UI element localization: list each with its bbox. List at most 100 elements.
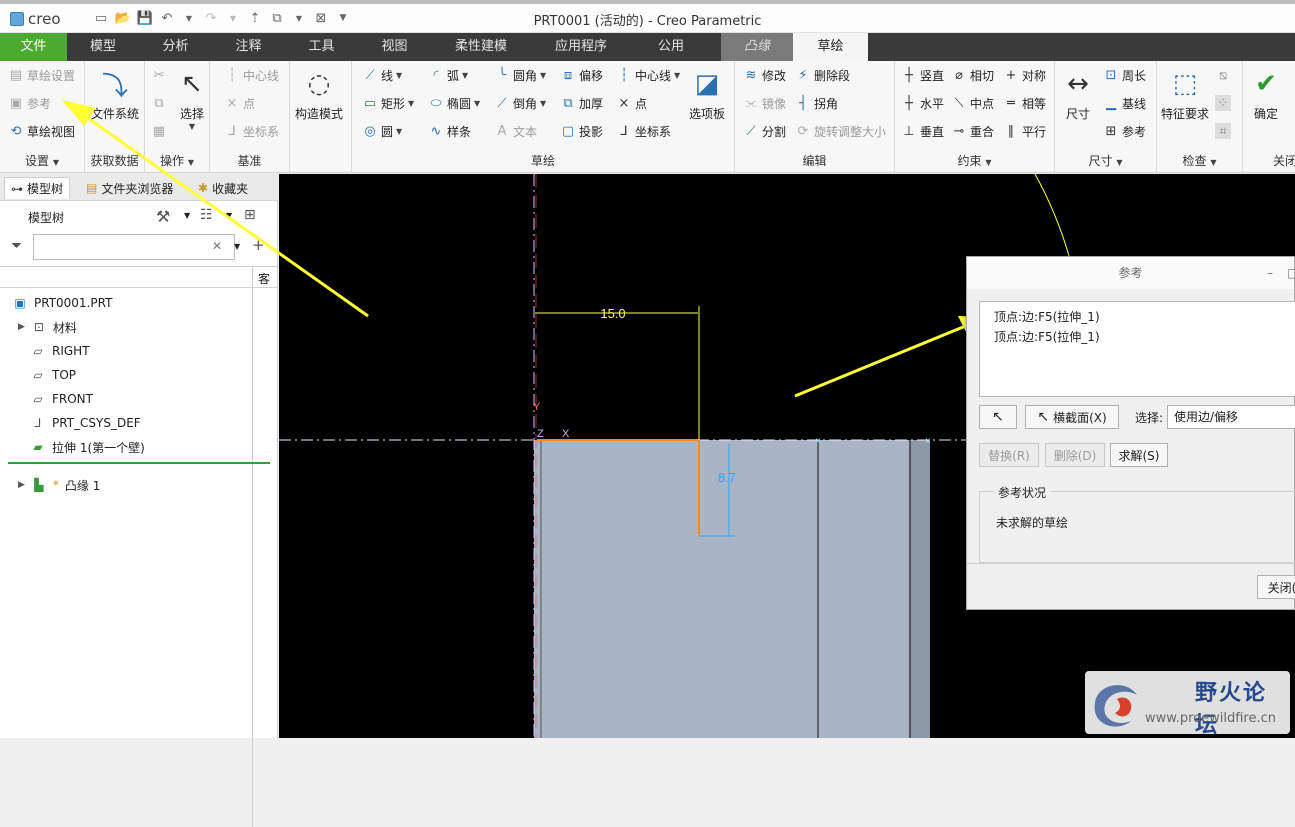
parallel-constraint-button[interactable]: ∥ 平行 <box>1003 123 1046 140</box>
tab-public[interactable]: 公用 <box>631 33 711 61</box>
tree-item[interactable]: ▣ PRT0001.PRT <box>12 292 112 314</box>
close-button[interactable]: 关闭( <box>1257 575 1295 599</box>
tab-favorites[interactable]: ✱ 收藏夹 <box>192 177 254 199</box>
reference-item[interactable]: 顶点:边:F5(拉伸_1) <box>994 308 1100 325</box>
feature-requirements-button[interactable]: ⬚ 特征要求 <box>1161 67 1209 122</box>
delete-segment-button[interactable]: ⚡ 删除段 <box>795 67 850 84</box>
vertical-constraint-button[interactable]: ┼ 竖直 <box>901 67 944 84</box>
dialog-title-bar[interactable]: 参考 – □ <box>967 257 1295 289</box>
sketch-view-button[interactable]: ⟲ 草绘视图 <box>8 123 75 140</box>
dimension-8-7-label[interactable]: 8.7 <box>718 470 736 485</box>
tab-sketch[interactable]: 草绘 <box>793 33 868 61</box>
paste-icon[interactable]: ▦ <box>151 123 167 139</box>
add-icon[interactable]: + <box>252 236 265 254</box>
expand-arrow-icon[interactable]: ▶ <box>18 480 25 490</box>
references-button[interactable]: ▣ 参考 <box>8 95 51 112</box>
perpendicular-constraint-button[interactable]: ⊥ 垂直 <box>901 123 944 140</box>
select-button[interactable]: ↖ 选择 ▼ <box>175 67 209 131</box>
datum-centerline-button[interactable]: ┆ 中心线 <box>224 67 279 84</box>
chamfer-button[interactable]: ⟋ 倒角 ▼ <box>494 95 546 112</box>
tree-item[interactable]: ▱ RIGHT <box>30 340 89 362</box>
minimize-icon[interactable]: – <box>1267 257 1273 289</box>
palette-button[interactable]: ◪ 选项板 <box>689 67 725 122</box>
datum-csys-button[interactable]: ⅃ 坐标系 <box>224 123 279 140</box>
project-button[interactable]: ▢ 投影 <box>560 123 603 140</box>
dimension-15-label[interactable]: 15.0 <box>600 306 625 321</box>
coincident-constraint-button[interactable]: ⊸ 重合 <box>951 123 994 140</box>
reference-item[interactable]: 顶点:边:F5(拉伸_1) <box>994 328 1100 345</box>
ellipse-button[interactable]: ⬭ 椭圆 ▼ <box>428 95 480 112</box>
text-button[interactable]: A 文本 <box>494 123 537 140</box>
tangent-constraint-button[interactable]: ⌀ 相切 <box>951 67 994 84</box>
cross-section-button[interactable]: ↖ 横截面(X) <box>1025 405 1119 429</box>
ok-button[interactable]: ✔ 确定 <box>1249 67 1283 122</box>
datum-point-button[interactable]: × 点 <box>224 95 255 112</box>
show-hide-icon[interactable]: ⊞ <box>244 207 256 223</box>
tab-model[interactable]: 模型 <box>67 33 139 61</box>
delete-button[interactable]: 删除(D) <box>1045 443 1105 467</box>
chevron-down-icon[interactable]: ▼ <box>234 242 240 251</box>
rotate-resize-button[interactable]: ⟳ 旋转调整大小 <box>795 123 886 140</box>
tree-item[interactable]: ⅃ PRT_CSYS_DEF <box>30 412 141 434</box>
tree-item[interactable]: ▰ 拉伸 1(第一个壁) <box>30 436 144 458</box>
solve-button[interactable]: 求解(S) <box>1110 443 1168 467</box>
midpoint-constraint-button[interactable]: ⟍ 中点 <box>951 95 994 112</box>
tree-item[interactable]: ▶ ⊡ 材料 <box>18 316 77 338</box>
modify-button[interactable]: ≋ 修改 <box>743 67 786 84</box>
chevron-down-icon[interactable]: ▼ <box>184 211 190 220</box>
file-system-button[interactable]: ⤵ 文件系统 <box>91 67 139 122</box>
group-operations-label[interactable]: 操作 ▼ <box>145 152 209 169</box>
corner-button[interactable]: ┤ 拐角 <box>795 95 838 112</box>
mirror-button[interactable]: ⫘ 镜像 <box>743 95 786 112</box>
maximize-icon[interactable]: □ <box>1287 257 1295 289</box>
horizontal-constraint-button[interactable]: ┼ 水平 <box>901 95 944 112</box>
tab-applications[interactable]: 应用程序 <box>531 33 631 61</box>
tree-item[interactable]: ▶ ▙ * 凸缘 1 <box>18 474 100 496</box>
fillet-button[interactable]: ╰ 圆角 ▼ <box>494 67 546 84</box>
tab-flange[interactable]: 凸缘 <box>721 33 793 61</box>
tab-model-tree[interactable]: ⊶ 模型树 <box>4 177 71 199</box>
tab-tools[interactable]: 工具 <box>285 33 358 61</box>
highlight-open-ends-button[interactable]: ⁘ <box>1215 95 1231 111</box>
group-inspect-label[interactable]: 检查 ▼ <box>1157 152 1242 169</box>
cut-icon[interactable]: ✂ <box>151 67 167 83</box>
centerline-button[interactable]: ┆ 中心线 ▼ <box>616 67 680 84</box>
chevron-down-icon[interactable]: ▼ <box>226 211 232 220</box>
clear-filter-icon[interactable]: ✕ <box>212 239 222 253</box>
settings-tools-icon[interactable]: ⚒ <box>156 207 170 226</box>
group-setup-label[interactable]: 设置 ▼ <box>0 152 84 169</box>
insert-here-indicator[interactable] <box>8 462 270 464</box>
reference-dim-button[interactable]: ⊞ 参考 <box>1103 123 1146 140</box>
tree-display-icon[interactable]: ☷ <box>200 207 213 223</box>
references-list[interactable]: 顶点:边:F5(拉伸_1) 顶点:边:F5(拉伸_1) <box>979 301 1295 397</box>
offset-button[interactable]: ⧈ 偏移 <box>560 67 603 84</box>
divide-button[interactable]: ⟋ 分割 <box>743 123 786 140</box>
tree-filter-input[interactable] <box>33 234 235 260</box>
line-button[interactable]: ⟋ 线 ▼ <box>362 67 402 84</box>
symmetric-constraint-button[interactable]: + 对称 <box>1003 67 1046 84</box>
tab-folder-browser[interactable]: ▤ 文件夹浏览器 <box>80 177 179 199</box>
tab-flexible-modeling[interactable]: 柔性建模 <box>431 33 531 61</box>
spline-button[interactable]: ∿ 样条 <box>428 123 471 140</box>
baseline-button[interactable]: ▁ 基线 <box>1103 95 1146 112</box>
tab-annotate[interactable]: 注释 <box>212 33 285 61</box>
sketch-setup-button[interactable]: ▤ 草绘设置 <box>8 67 75 84</box>
replace-button[interactable]: 替换(R) <box>979 443 1039 467</box>
rectangle-button[interactable]: ▭ 矩形 ▼ <box>362 95 414 112</box>
tab-file[interactable]: 文件 <box>0 33 67 61</box>
select-reference-button[interactable]: ↖ <box>979 405 1017 429</box>
tree-item[interactable]: ▱ TOP <box>30 364 76 386</box>
selection-filter-select[interactable]: 使用边/偏移 <box>1167 405 1295 429</box>
csys-button[interactable]: ⅃ 坐标系 <box>616 123 671 140</box>
expand-arrow-icon[interactable]: ▶ <box>18 322 25 332</box>
tab-view[interactable]: 视图 <box>358 33 431 61</box>
point-button[interactable]: × 点 <box>616 95 647 112</box>
group-constrain-label[interactable]: 约束 ▼ <box>895 152 1054 169</box>
tree-item[interactable]: ▱ FRONT <box>30 388 93 410</box>
arc-button[interactable]: ◜ 弧 ▼ <box>428 67 468 84</box>
dimension-button[interactable]: ↔ 尺寸 <box>1061 67 1095 122</box>
filter-icon[interactable]: ⏷ <box>11 238 22 254</box>
circle-button[interactable]: ◎ 圆 ▼ <box>362 123 402 140</box>
perimeter-button[interactable]: ⊡ 周长 <box>1103 67 1146 84</box>
construction-mode-button[interactable]: ◌ 构造模式 <box>295 67 343 122</box>
